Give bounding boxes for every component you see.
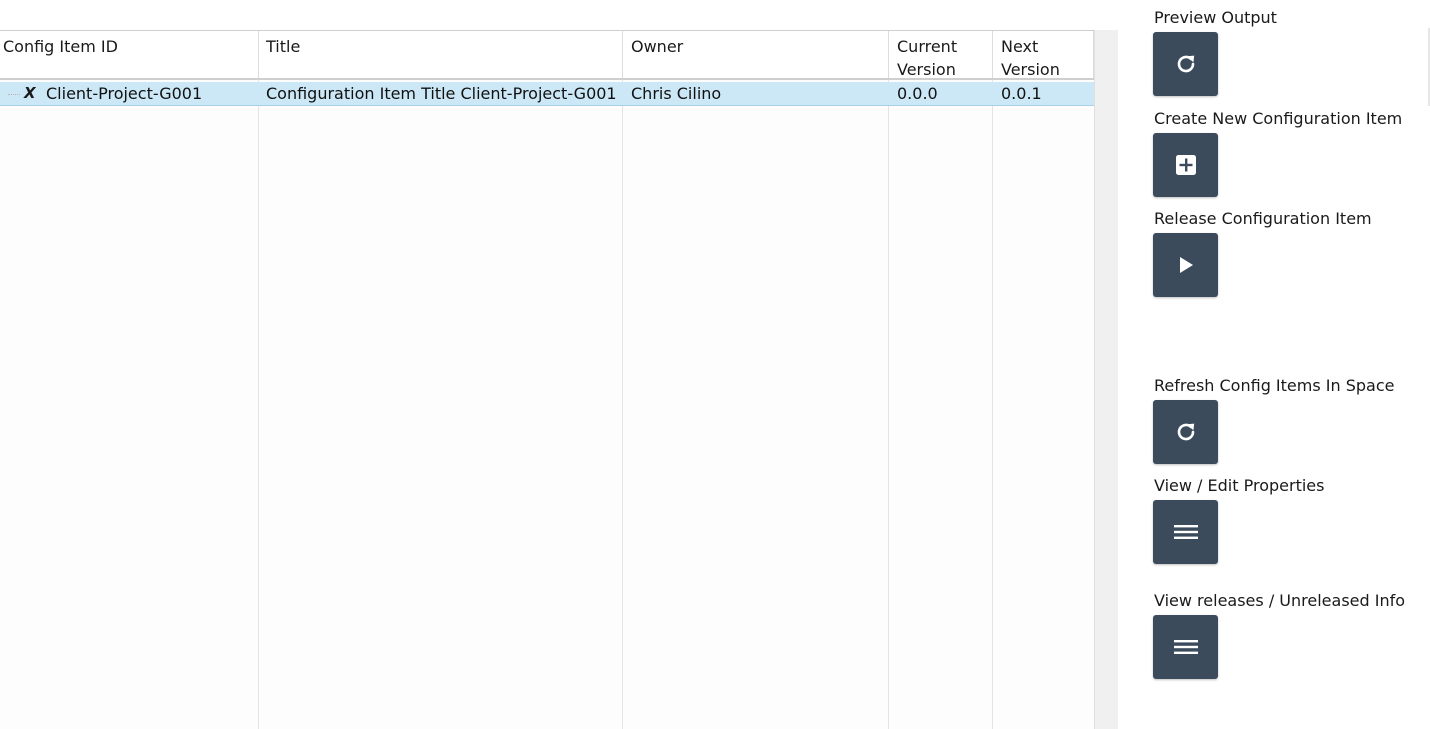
play-icon [1179,257,1193,273]
cell-config-item-id: Client-Project-G001 [46,84,203,103]
release-config-item-label: Release Configuration Item [1154,209,1372,228]
config-items-window: Config Item ID Title Owner Current Versi… [0,0,1430,729]
column-divider [888,80,889,729]
cell-next-version: 0.0.1 [1001,84,1042,103]
menu-icon [1173,640,1198,654]
row-status-marker: X [24,84,36,102]
column-divider [258,80,259,729]
column-header-current-version[interactable]: Current Version [889,31,993,79]
column-header-next-version[interactable]: Next Version [993,31,1094,79]
create-new-config-item-label: Create New Configuration Item [1154,109,1403,128]
preview-output-button[interactable] [1153,32,1218,96]
grid-vertical-scrollbar[interactable] [1094,30,1118,729]
refresh-icon [1177,55,1194,73]
column-header-config-item-id[interactable]: Config Item ID [0,31,259,78]
column-header-owner[interactable]: Owner [623,31,889,78]
grid-header: Config Item ID Title Owner Current Versi… [0,31,1094,80]
refresh-config-items-label: Refresh Config Items In Space [1154,376,1395,395]
view-releases-button[interactable] [1153,615,1218,679]
cell-title: Configuration Item Title Client-Project-… [266,84,617,103]
cell-current-version: 0.0.0 [897,84,938,103]
column-divider [622,80,623,729]
release-config-item-button[interactable] [1153,233,1218,297]
refresh-icon [1177,423,1194,441]
plus-square-icon [1175,155,1196,175]
column-divider [992,80,993,729]
column-header-title[interactable]: Title [259,31,623,78]
table-row[interactable]: X Client-Project-G001 Configuration Item… [0,82,1094,106]
preview-output-label: Preview Output [1154,8,1277,27]
menu-icon [1173,525,1198,539]
refresh-config-items-button[interactable] [1153,400,1218,464]
view-releases-label: View releases / Unreleased Info [1154,591,1406,610]
view-edit-properties-label: View / Edit Properties [1154,476,1325,495]
create-new-config-item-button[interactable] [1153,133,1218,197]
cell-owner: Chris Cilino [631,84,722,103]
tree-connector [8,94,20,95]
config-items-grid[interactable]: Config Item ID Title Owner Current Versi… [0,30,1094,729]
view-edit-properties-button[interactable] [1153,500,1218,564]
